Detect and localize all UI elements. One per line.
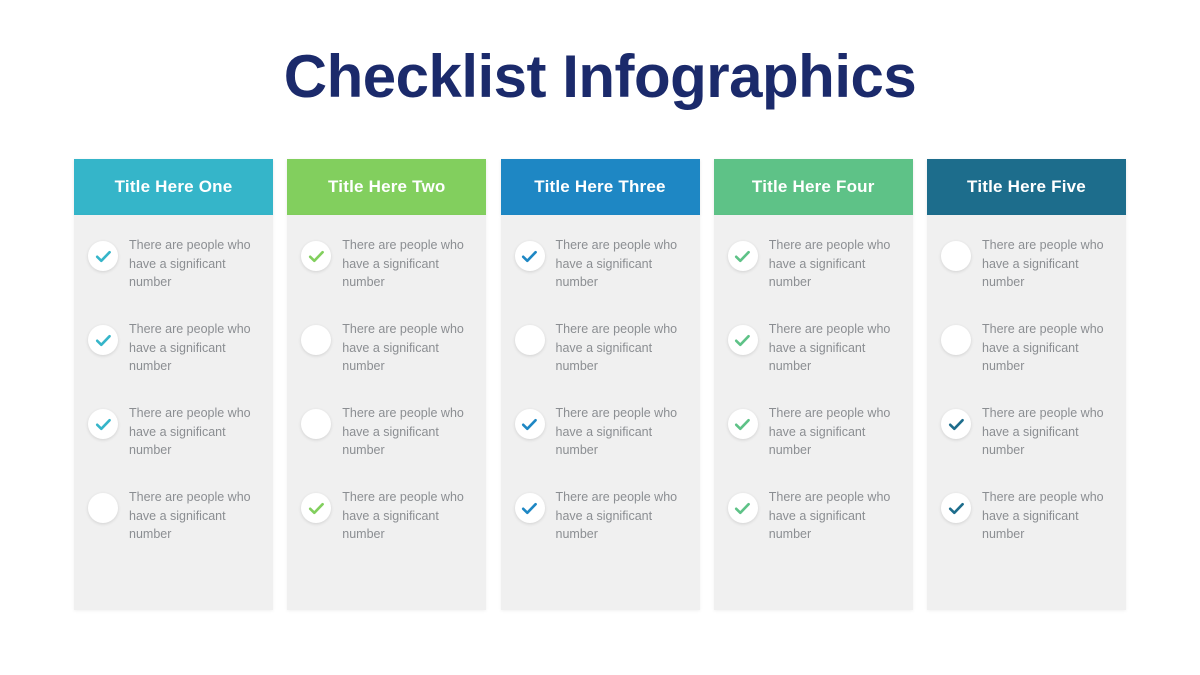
checklist-item-label: There are people who have a significant … — [768, 490, 891, 541]
column-body: There are people who have a significant … — [713, 215, 913, 610]
check-icon[interactable] — [727, 325, 758, 355]
check-icon[interactable] — [88, 241, 118, 271]
checklist-item[interactable]: There are people who have a significant … — [727, 487, 901, 571]
checklist-column: Title Here One There are people who have … — [74, 159, 273, 610]
check-icon[interactable] — [88, 409, 118, 439]
checklist-item-label: There are people who have a significant … — [768, 322, 891, 373]
empty-circle-icon[interactable] — [941, 241, 971, 271]
checklist-item-label: There are people who have a significant … — [342, 490, 464, 541]
checklist-column: Title Here Four There are people who have… — [713, 159, 913, 610]
checklist-item-label: There are people who have a significant … — [129, 238, 251, 289]
checklist-item-label: There are people who have a significant … — [129, 490, 251, 541]
checklist-item[interactable]: There are people who have a significant … — [941, 319, 1114, 403]
checklist-item[interactable]: There are people who have a significant … — [941, 403, 1114, 487]
column-header[interactable]: Title Here Four — [713, 159, 913, 215]
checklist-item[interactable]: There are people who have a significant … — [88, 403, 261, 487]
check-icon[interactable] — [514, 493, 545, 523]
page-title: Checklist Infographics — [283, 43, 917, 110]
checklist-item-label: There are people who have a significant … — [982, 406, 1104, 457]
check-icon[interactable] — [88, 325, 118, 355]
checklist-column: Title Here Two There are people who have … — [287, 159, 487, 610]
column-header[interactable]: Title Here Two — [287, 159, 487, 215]
checklist-item[interactable]: There are people who have a significant … — [941, 487, 1114, 571]
checklist-item[interactable]: There are people who have a significant … — [301, 319, 474, 403]
empty-circle-icon[interactable] — [301, 409, 332, 439]
column-body: There are people who have a significant … — [927, 215, 1126, 610]
empty-circle-icon[interactable] — [301, 325, 332, 355]
checklist-item-label: There are people who have a significant … — [555, 322, 678, 373]
checklist-item[interactable]: There are people who have a significant … — [88, 235, 261, 319]
check-icon[interactable] — [941, 493, 971, 523]
checklist-item[interactable]: There are people who have a significant … — [301, 403, 474, 487]
checklist-item-label: There are people who have a significant … — [129, 406, 251, 457]
column-header[interactable]: Title Here One — [74, 159, 273, 215]
slide-canvas: Checklist Infographics Title Here One The… — [0, 0, 1200, 675]
checklist-item-label: There are people who have a significant … — [555, 238, 678, 289]
checklist-item-label: There are people who have a significant … — [342, 406, 464, 457]
checklist-item-label: There are people who have a significant … — [982, 322, 1104, 373]
checklist-item[interactable]: There are people who have a significant … — [727, 235, 901, 319]
checklist-item[interactable]: There are people who have a significant … — [514, 235, 688, 319]
checklist-item-label: There are people who have a significant … — [555, 406, 678, 457]
checklist-item[interactable]: There are people who have a significant … — [514, 403, 688, 487]
checklist-item[interactable]: There are people who have a significant … — [301, 235, 474, 319]
checklist-item[interactable]: There are people who have a significant … — [88, 319, 261, 403]
check-icon[interactable] — [514, 409, 545, 439]
column-body: There are people who have a significant … — [287, 215, 487, 610]
column-body: There are people who have a significant … — [74, 215, 273, 610]
checklist-item[interactable]: There are people who have a significant … — [514, 487, 688, 571]
checklist-item[interactable]: There are people who have a significant … — [301, 487, 474, 571]
checklist-item[interactable]: There are people who have a significant … — [88, 487, 261, 571]
checklist-column: Title Here Three There are people who hav… — [500, 159, 700, 610]
checklist-item-label: There are people who have a significant … — [129, 322, 251, 373]
checklist-item-label: There are people who have a significant … — [768, 238, 891, 289]
checklist-columns: Title Here One There are people who have … — [74, 159, 1126, 610]
check-icon[interactable] — [301, 241, 332, 271]
checklist-item-label: There are people who have a significant … — [342, 322, 464, 373]
check-icon[interactable] — [727, 409, 758, 439]
checklist-item[interactable]: There are people who have a significant … — [727, 403, 901, 487]
column-body: There are people who have a significant … — [500, 215, 700, 610]
checklist-item-label: There are people who have a significant … — [982, 238, 1104, 289]
checklist-item[interactable]: There are people who have a significant … — [941, 235, 1114, 319]
check-icon[interactable] — [941, 409, 971, 439]
check-icon[interactable] — [301, 493, 332, 523]
checklist-item-label: There are people who have a significant … — [982, 490, 1104, 541]
checklist-item-label: There are people who have a significant … — [342, 238, 464, 289]
empty-circle-icon[interactable] — [88, 493, 118, 523]
check-icon[interactable] — [514, 241, 545, 271]
check-icon[interactable] — [727, 493, 758, 523]
checklist-item[interactable]: There are people who have a significant … — [514, 319, 688, 403]
checklist-item[interactable]: There are people who have a significant … — [727, 319, 901, 403]
column-header[interactable]: Title Here Five — [927, 159, 1126, 215]
empty-circle-icon[interactable] — [514, 325, 545, 355]
column-header[interactable]: Title Here Three — [500, 159, 700, 215]
checklist-item-label: There are people who have a significant … — [555, 490, 678, 541]
checklist-item-label: There are people who have a significant … — [768, 406, 891, 457]
checklist-column: Title Here Five There are people who have… — [927, 159, 1126, 610]
empty-circle-icon[interactable] — [941, 325, 971, 355]
check-icon[interactable] — [727, 241, 758, 271]
